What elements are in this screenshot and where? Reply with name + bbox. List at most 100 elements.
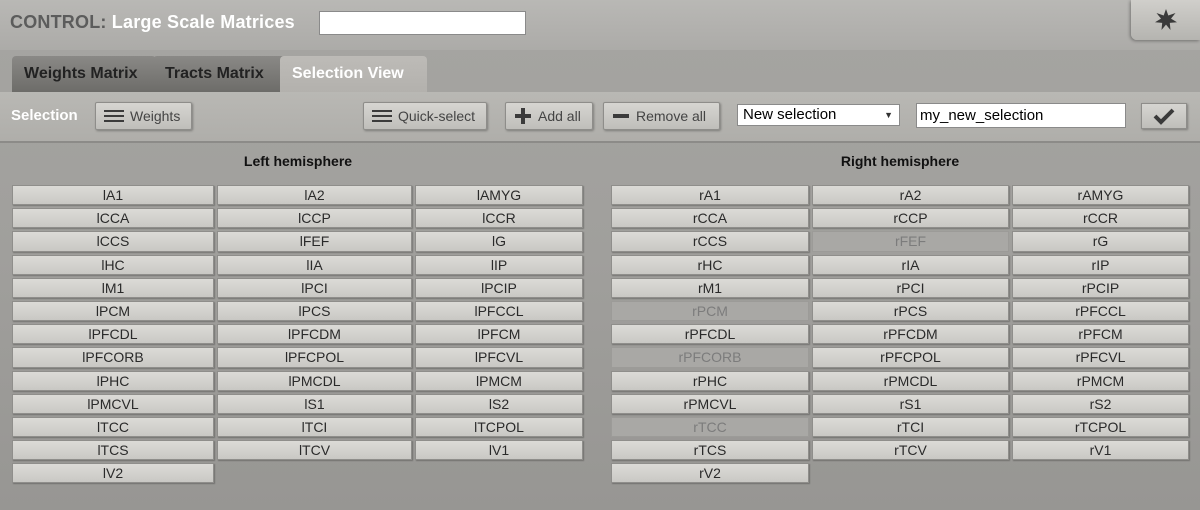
left-region-button-lTCI[interactable]: lTCI bbox=[217, 416, 412, 438]
right-region-button-rG[interactable]: rG bbox=[1012, 231, 1189, 252]
left-region-button-lPFCVL[interactable]: lPFCVL bbox=[415, 347, 583, 368]
selection-dropdown[interactable]: New selection ▼ bbox=[737, 104, 900, 126]
left-region-button-lPMCM[interactable]: lPMCM bbox=[415, 370, 583, 391]
left-region-button-lG[interactable]: lG bbox=[415, 231, 583, 252]
right-region-button-rCCA[interactable]: rCCA bbox=[611, 208, 809, 229]
right-region-button-rCCS[interactable]: rCCS bbox=[611, 231, 809, 252]
right-region-button-rPMCDL[interactable]: rPMCDL bbox=[812, 370, 1009, 391]
right-region-button-rM1[interactable]: rM1 bbox=[611, 277, 809, 298]
left-region-button-lPFCORB[interactable]: lPFCORB bbox=[12, 347, 214, 368]
left-region-button-lPFCM[interactable]: lPFCM bbox=[415, 324, 583, 345]
left-region-button-lPHC[interactable]: lPHC bbox=[12, 370, 214, 391]
left-region-button-lS2[interactable]: lS2 bbox=[415, 393, 583, 414]
header-bar: CONTROL: Large Scale Matrices bbox=[0, 0, 1200, 50]
right-region-button-rTCI[interactable]: rTCI bbox=[812, 416, 1009, 438]
right-region-button-rPCS[interactable]: rPCS bbox=[812, 300, 1009, 322]
left-region-button-lPCS[interactable]: lPCS bbox=[217, 300, 412, 322]
add-all-button[interactable]: Add all bbox=[505, 102, 593, 130]
left-region-button-lCCR[interactable]: lCCR bbox=[415, 208, 583, 229]
right-region-button-rFEF[interactable]: rFEF bbox=[812, 231, 1009, 252]
right-region-button-rPFCPOL[interactable]: rPFCPOL bbox=[812, 347, 1009, 368]
right-region-button-rPFCDM[interactable]: rPFCDM bbox=[812, 324, 1009, 345]
selection-dropdown-value: New selection bbox=[743, 106, 837, 123]
right-region-button-rTCS[interactable]: rTCS bbox=[611, 440, 809, 461]
left-region-button-lA2[interactable]: lA2 bbox=[217, 185, 412, 206]
left-region-button-lTCS[interactable]: lTCS bbox=[12, 440, 214, 461]
left-region-button-lV1[interactable]: lV1 bbox=[415, 440, 583, 461]
minus-icon bbox=[612, 107, 630, 125]
left-region-button-lA1[interactable]: lA1 bbox=[12, 185, 214, 206]
left-region-button-lCCP[interactable]: lCCP bbox=[217, 208, 412, 229]
right-region-button-rS1[interactable]: rS1 bbox=[812, 393, 1009, 414]
menu-icon bbox=[372, 110, 392, 122]
left-region-button-lPCM[interactable]: lPCM bbox=[12, 300, 214, 322]
left-region-button-lHC[interactable]: lHC bbox=[12, 254, 214, 275]
quick-select-button[interactable]: Quick-select bbox=[363, 102, 487, 130]
check-icon bbox=[1153, 108, 1175, 125]
right-region-button-rPCI[interactable]: rPCI bbox=[812, 277, 1009, 298]
right-hemisphere-title: Right hemisphere bbox=[840, 153, 960, 169]
left-region-button-lAMYG[interactable]: lAMYG bbox=[415, 185, 583, 206]
tab-tracts-matrix[interactable]: Tracts Matrix bbox=[153, 56, 286, 92]
left-region-button-lV2[interactable]: lV2 bbox=[12, 463, 214, 484]
weights-button[interactable]: Weights bbox=[95, 102, 192, 130]
title-search-input[interactable] bbox=[319, 11, 526, 35]
right-region-button-rHC[interactable]: rHC bbox=[611, 254, 809, 275]
right-region-button-rV2[interactable]: rV2 bbox=[611, 463, 809, 484]
left-region-button-lPFCCL[interactable]: lPFCCL bbox=[415, 300, 583, 322]
tab-selection-view[interactable]: Selection View bbox=[280, 56, 427, 92]
right-region-button-rCCP[interactable]: rCCP bbox=[812, 208, 1009, 229]
right-region-button-rIA[interactable]: rIA bbox=[812, 254, 1009, 275]
left-region-button-lPFCPOL[interactable]: lPFCPOL bbox=[217, 347, 412, 368]
left-region-button-lCCA[interactable]: lCCA bbox=[12, 208, 214, 229]
left-region-button-lPFCDL[interactable]: lPFCDL bbox=[12, 324, 214, 345]
remove-all-button[interactable]: Remove all bbox=[603, 102, 720, 130]
right-region-button-rPCIP[interactable]: rPCIP bbox=[1012, 277, 1189, 298]
dropdown-arrow-icon: ▼ bbox=[884, 110, 893, 120]
left-hemisphere-grid: lA1 lA2 lAMYG lCCA lCCP lCCR lCCS lFEF lG lHC lIA l… bbox=[12, 185, 583, 484]
selection-name-input[interactable]: my_new_selection bbox=[916, 103, 1126, 128]
right-region-button-rTCV[interactable]: rTCV bbox=[812, 440, 1009, 461]
left-region-button-lPMCDL[interactable]: lPMCDL bbox=[217, 370, 412, 391]
left-region-button-lFEF[interactable]: lFEF bbox=[217, 231, 412, 252]
left-region-button-lPFCDM[interactable]: lPFCDM bbox=[217, 324, 412, 345]
plus-icon bbox=[514, 107, 532, 125]
right-region-button-rPFCVL[interactable]: rPFCVL bbox=[1012, 347, 1189, 368]
right-region-button-rV1[interactable]: rV1 bbox=[1012, 440, 1189, 461]
left-region-button-lCCS[interactable]: lCCS bbox=[12, 231, 214, 252]
tab-weights-matrix[interactable]: Weights Matrix bbox=[12, 56, 156, 92]
confirm-selection-button[interactable] bbox=[1141, 103, 1187, 129]
left-region-button-lTCV[interactable]: lTCV bbox=[217, 440, 412, 461]
left-region-button-lM1[interactable]: lM1 bbox=[12, 277, 214, 298]
right-region-button-rA1[interactable]: rA1 bbox=[611, 185, 809, 206]
left-region-button-lPCI[interactable]: lPCI bbox=[217, 277, 412, 298]
right-region-button-rPMCM[interactable]: rPMCM bbox=[1012, 370, 1189, 391]
right-region-button-rPFCORB[interactable]: rPFCORB bbox=[611, 347, 809, 368]
right-region-button-rPHC[interactable]: rPHC bbox=[611, 370, 809, 391]
right-region-button-rTCC[interactable]: rTCC bbox=[611, 416, 809, 438]
right-region-button-rPMCVL[interactable]: rPMCVL bbox=[611, 393, 809, 414]
right-region-button-rTCPOL[interactable]: rTCPOL bbox=[1012, 416, 1189, 438]
left-region-button-lIP[interactable]: lIP bbox=[415, 254, 583, 275]
left-region-button-lTCC[interactable]: lTCC bbox=[12, 416, 214, 438]
left-region-button-lPCIP[interactable]: lPCIP bbox=[415, 277, 583, 298]
left-region-button-lIA[interactable]: lIA bbox=[217, 254, 412, 275]
add-all-label: Add all bbox=[538, 108, 581, 124]
right-region-button-rCCR[interactable]: rCCR bbox=[1012, 208, 1189, 229]
weights-button-label: Weights bbox=[130, 108, 181, 124]
corner-menu-button[interactable] bbox=[1131, 0, 1200, 40]
page-title: CONTROL: Large Scale Matrices bbox=[10, 12, 295, 33]
right-region-button-rAMYG[interactable]: rAMYG bbox=[1012, 185, 1189, 206]
star-icon bbox=[1154, 9, 1177, 30]
right-region-button-rPFCCL[interactable]: rPFCCL bbox=[1012, 300, 1189, 322]
left-region-button-lPMCVL[interactable]: lPMCVL bbox=[12, 393, 214, 414]
right-region-button-rPFCM[interactable]: rPFCM bbox=[1012, 324, 1189, 345]
quick-select-label: Quick-select bbox=[398, 108, 476, 124]
right-region-button-rA2[interactable]: rA2 bbox=[812, 185, 1009, 206]
right-region-button-rPCM[interactable]: rPCM bbox=[611, 300, 809, 322]
right-region-button-rIP[interactable]: rIP bbox=[1012, 254, 1189, 275]
right-region-button-rPFCDL[interactable]: rPFCDL bbox=[611, 324, 809, 345]
left-region-button-lS1[interactable]: lS1 bbox=[217, 393, 412, 414]
right-region-button-rS2[interactable]: rS2 bbox=[1012, 393, 1189, 414]
left-region-button-lTCPOL[interactable]: lTCPOL bbox=[415, 416, 583, 438]
